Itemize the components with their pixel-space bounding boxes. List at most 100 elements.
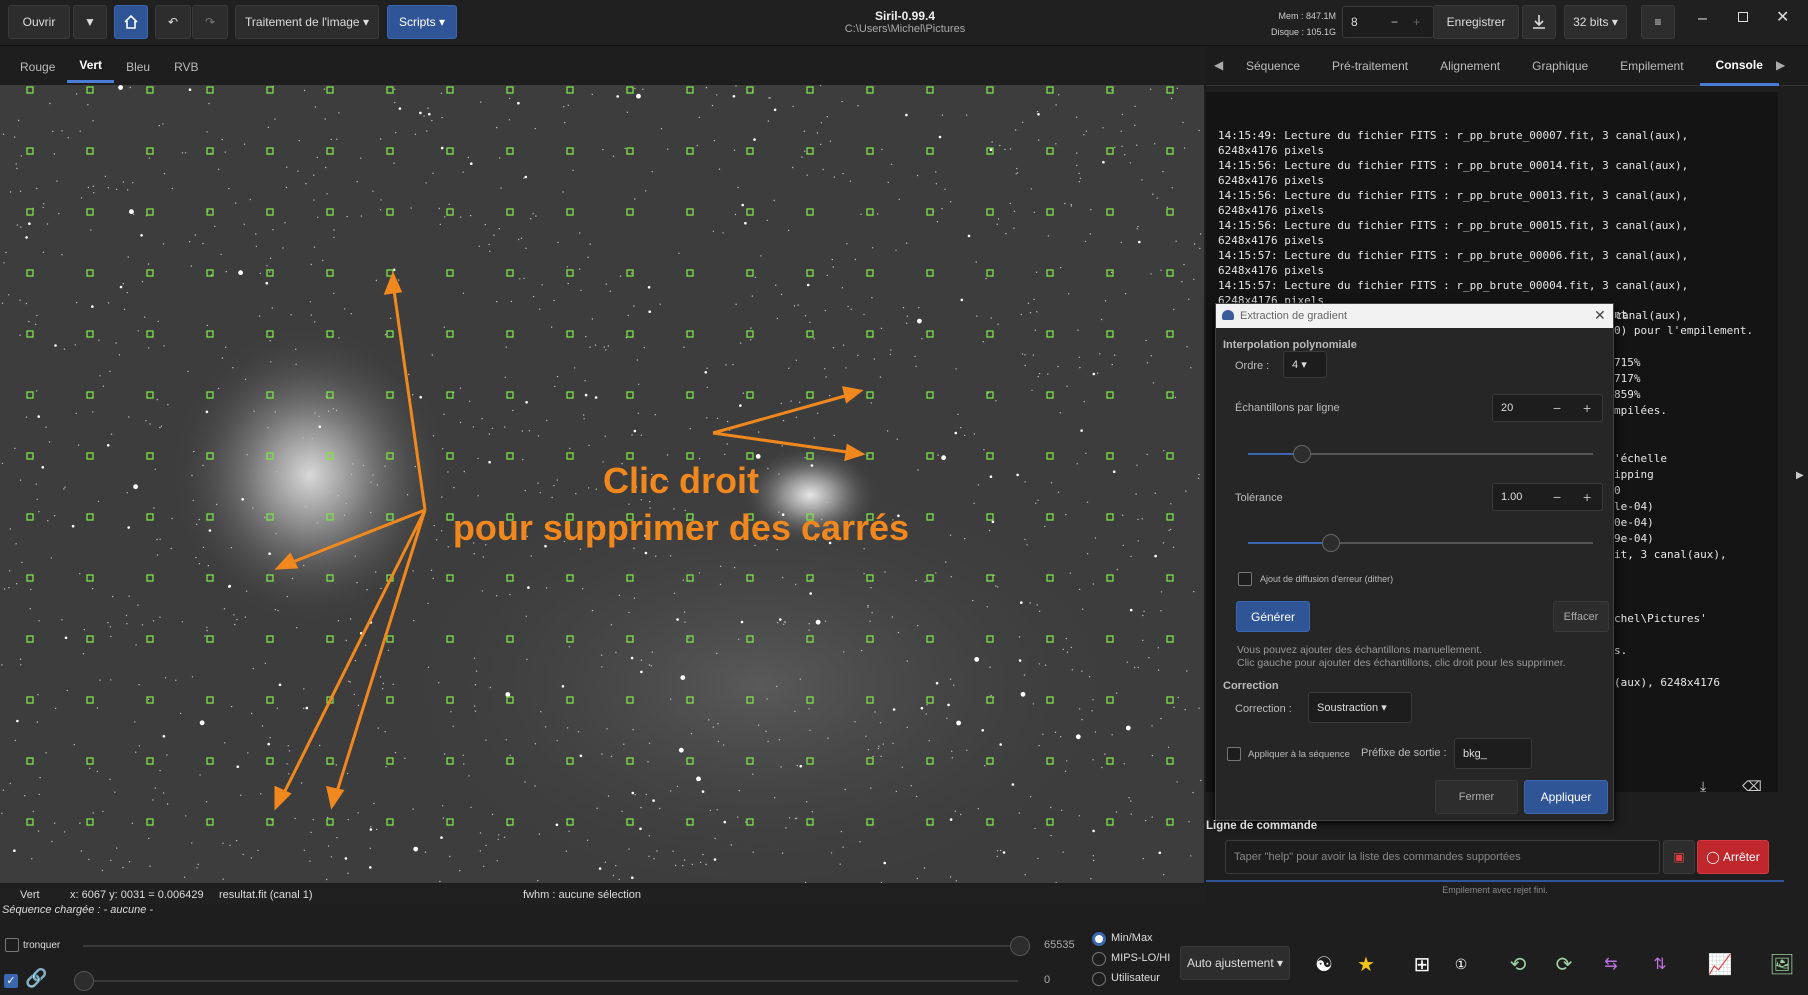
bit-depth-menu[interactable]: 32 bits ▾ [1564, 5, 1627, 39]
apply-sequence-checkbox[interactable] [1227, 747, 1241, 761]
image-display-icon[interactable]: 🖼 [1764, 946, 1800, 982]
order-select[interactable]: 4 ▾ [1283, 351, 1327, 378]
sample-square[interactable] [266, 147, 274, 155]
sample-square[interactable] [386, 86, 394, 94]
pixel-grid-icon[interactable]: ⊞ [1404, 946, 1440, 982]
sample-square[interactable] [1166, 635, 1174, 643]
sample-square[interactable] [686, 86, 694, 94]
sample-square[interactable] [266, 635, 274, 643]
sample-square[interactable] [446, 86, 454, 94]
sample-square[interactable] [206, 330, 214, 338]
scroll-to-end-icon[interactable]: ⤓ [1700, 778, 1706, 795]
mirror-x-icon[interactable]: ⇆ [1593, 946, 1629, 982]
sample-square[interactable] [446, 818, 454, 826]
negative-view-icon[interactable]: ☯ [1306, 946, 1342, 982]
sample-square[interactable] [206, 208, 214, 216]
minus-icon[interactable]: − [1391, 15, 1398, 29]
sample-square[interactable] [86, 147, 94, 155]
sample-square[interactable] [566, 391, 574, 399]
tab-rgb[interactable]: RVB [162, 50, 210, 83]
sample-square[interactable] [1106, 330, 1114, 338]
sample-square[interactable] [26, 513, 34, 521]
sample-square[interactable] [1166, 147, 1174, 155]
rotate-left-icon[interactable]: ⟲ [1500, 946, 1536, 982]
sample-square[interactable] [986, 452, 994, 460]
sample-square[interactable] [26, 818, 34, 826]
min-slider[interactable] [74, 971, 1018, 991]
tab-blue[interactable]: Bleu [114, 50, 162, 83]
sample-square[interactable] [386, 330, 394, 338]
sample-square[interactable] [86, 330, 94, 338]
sample-square[interactable] [1046, 330, 1054, 338]
prefix-input[interactable]: bkg_ [1454, 738, 1532, 769]
sample-square[interactable] [26, 757, 34, 765]
sample-square[interactable] [146, 635, 154, 643]
tab-registration[interactable]: Alignement [1424, 46, 1516, 86]
sample-square[interactable] [86, 635, 94, 643]
sample-square[interactable] [926, 208, 934, 216]
sample-square[interactable] [146, 452, 154, 460]
sample-square[interactable] [146, 513, 154, 521]
save-button[interactable]: Enregistrer [1433, 5, 1519, 39]
samples-spinner[interactable]: 20 − + [1492, 394, 1603, 422]
home-button[interactable] [114, 5, 148, 39]
sample-square[interactable] [146, 391, 154, 399]
sample-square[interactable] [146, 818, 154, 826]
sample-square[interactable] [626, 147, 634, 155]
sample-square[interactable] [1166, 574, 1174, 582]
sample-square[interactable] [386, 208, 394, 216]
sample-square[interactable] [146, 330, 154, 338]
sample-square[interactable] [1166, 818, 1174, 826]
sample-square[interactable] [1046, 147, 1054, 155]
save-as-button[interactable] [1522, 5, 1556, 39]
sample-square[interactable] [446, 391, 454, 399]
sample-square[interactable] [1106, 513, 1114, 521]
redo-button[interactable]: ↷ [192, 5, 228, 39]
slider-handle[interactable] [74, 971, 94, 991]
sample-square[interactable] [866, 147, 874, 155]
histogram-icon[interactable]: 📈 [1702, 946, 1738, 982]
sample-square[interactable] [146, 147, 154, 155]
minus-icon[interactable]: − [1553, 400, 1561, 416]
sample-square[interactable] [26, 391, 34, 399]
sample-square[interactable] [806, 330, 814, 338]
main-menu-button[interactable]: ≡ [1641, 5, 1675, 39]
auto-stretch-select[interactable]: Auto ajustement ▾ [1180, 946, 1290, 980]
sample-square[interactable] [1166, 208, 1174, 216]
mirror-y-icon[interactable]: ⇅ [1642, 946, 1678, 982]
sample-square[interactable] [206, 696, 214, 704]
sample-square[interactable] [1166, 757, 1174, 765]
sample-square[interactable] [686, 452, 694, 460]
sample-square[interactable] [866, 208, 874, 216]
sample-square[interactable] [26, 269, 34, 277]
sample-square[interactable] [1106, 147, 1114, 155]
sample-square[interactable] [1046, 391, 1054, 399]
sample-square[interactable] [506, 391, 514, 399]
panel-expand-icon[interactable]: ▶ [1796, 470, 1804, 481]
scripts-menu[interactable]: Scripts ▾ [387, 5, 457, 39]
sample-square[interactable] [326, 757, 334, 765]
sample-square[interactable] [26, 208, 34, 216]
sample-square[interactable] [446, 330, 454, 338]
sample-square[interactable] [506, 269, 514, 277]
tab-stacking[interactable]: Empilement [1604, 46, 1699, 86]
sample-square[interactable] [506, 147, 514, 155]
sample-square[interactable] [206, 86, 214, 94]
close-button[interactable]: Fermer [1435, 780, 1518, 814]
sample-square[interactable] [86, 269, 94, 277]
sample-square[interactable] [1166, 86, 1174, 94]
clear-button[interactable]: Effacer [1553, 601, 1609, 632]
sample-square[interactable] [26, 574, 34, 582]
sample-square[interactable] [986, 208, 994, 216]
rotate-right-icon[interactable]: ⟳ [1546, 946, 1582, 982]
sample-square[interactable] [746, 269, 754, 277]
sample-square[interactable] [806, 269, 814, 277]
sample-square[interactable] [1046, 269, 1054, 277]
sample-square[interactable] [806, 208, 814, 216]
sample-square[interactable] [566, 452, 574, 460]
tolerance-slider[interactable] [1248, 534, 1593, 552]
radio-mips[interactable] [1092, 952, 1106, 966]
image-processing-menu[interactable]: Traitement de l'image ▾ [235, 5, 379, 39]
dialog-close-icon[interactable]: ✕ [1594, 307, 1606, 324]
clear-console-icon[interactable]: ⌫ [1742, 778, 1762, 795]
